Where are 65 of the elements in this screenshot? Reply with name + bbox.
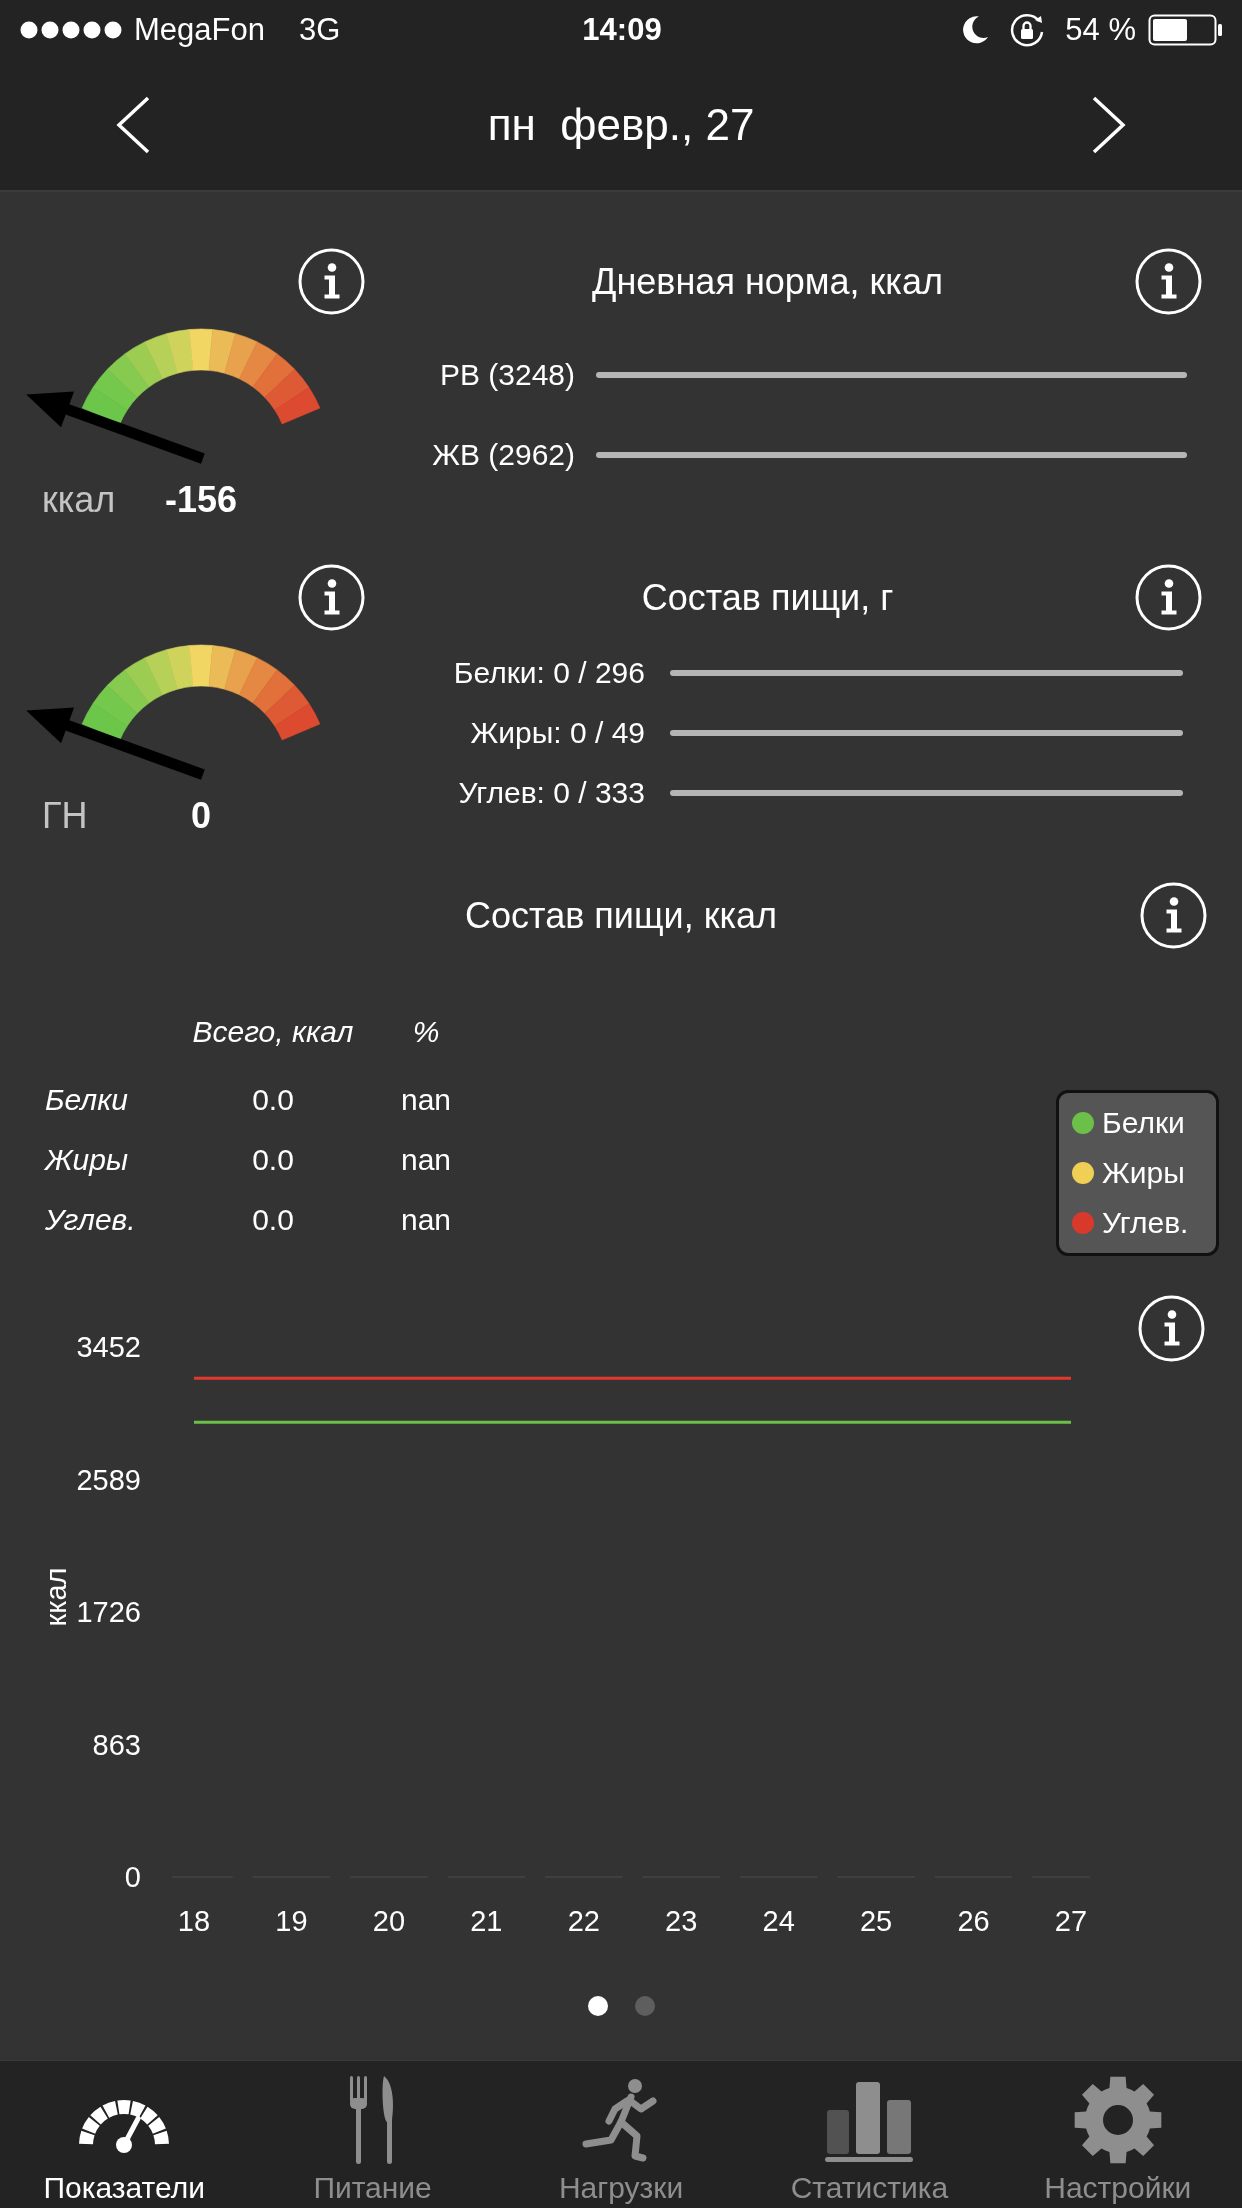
total-value: 0.0 (252, 1142, 294, 1178)
x-tick-label: 19 (275, 1905, 308, 1937)
tab-bar-item[interactable]: Показатели (0, 2061, 249, 2208)
y-tick-label: 2589 (76, 1463, 141, 1496)
x-tick-label: 26 (957, 1905, 990, 1937)
section-title: Дневная норма, ккал (592, 260, 943, 302)
rotation-lock-icon (1009, 12, 1046, 48)
battery-percentage: 54 % (1065, 12, 1136, 48)
x-tick-label: 22 (567, 1905, 600, 1937)
legend-label: Белки (1102, 1105, 1185, 1141)
x-tick-label: 23 (665, 1905, 698, 1937)
column-header: % (412, 1014, 440, 1050)
section-title: Состав пищи, г (641, 576, 894, 618)
percent-value: nan (400, 1082, 452, 1118)
x-tick-label: 20 (372, 1905, 405, 1937)
tab-bar-item[interactable]: Питание (248, 2061, 497, 2208)
info-icon[interactable] (1135, 248, 1202, 315)
battery-icon (1148, 14, 1224, 46)
signal-strength-icon (20, 21, 122, 39)
carrier-name: MegaFon (134, 12, 265, 48)
x-tick-label: 25 (860, 1905, 893, 1937)
total-value: 0.0 (252, 1202, 294, 1238)
info-icon[interactable] (1140, 882, 1207, 949)
row-label: Жиры (45, 1142, 128, 1178)
bar-label: ЖВ (2962) (432, 437, 575, 471)
settings-icon (1072, 2075, 1163, 2165)
gauge-value: 0 (191, 795, 211, 837)
total-value: 0.0 (252, 1082, 294, 1118)
section-title: Состав пищи, ккал (465, 894, 777, 936)
bar-label: РВ (3248) (439, 357, 575, 391)
moon-icon (961, 15, 990, 45)
network-type: 3G (298, 12, 341, 48)
y-axis-title: ккал (40, 1567, 72, 1627)
chevron-right-icon[interactable] (1091, 96, 1127, 154)
x-tick-label: 24 (762, 1905, 795, 1937)
row-label: Углев. (45, 1202, 136, 1238)
y-tick-label: 863 (92, 1728, 141, 1761)
clock-time: 14:09 (582, 12, 662, 48)
date-title: пн февр., 27 (487, 99, 755, 151)
chevron-left-icon[interactable] (115, 96, 151, 154)
info-icon[interactable] (1135, 564, 1202, 631)
tab-bar-item[interactable]: Нагрузки (496, 2061, 746, 2208)
info-icon[interactable] (298, 248, 365, 315)
y-tick-label: 1726 (76, 1596, 141, 1628)
gauge-unit-label: ГН (42, 795, 88, 837)
row-label: Белки (45, 1082, 128, 1118)
info-icon[interactable] (298, 564, 365, 631)
percent-value: nan (400, 1202, 452, 1238)
bar-label: Жиры: 0 / 49 (470, 715, 645, 749)
column-header: Всего, ккал (192, 1014, 354, 1050)
gauge-value: -156 (164, 479, 238, 521)
x-tick-label: 27 (1054, 1905, 1088, 1937)
percent-value: nan (400, 1142, 452, 1178)
bar-label: Углев: 0 / 333 (458, 775, 645, 809)
x-tick-label: 18 (177, 1905, 211, 1937)
legend-label: Жиры (1102, 1155, 1185, 1191)
y-tick-label: 0 (124, 1861, 141, 1893)
tab-bar-item[interactable]: Статистика (745, 2061, 994, 2208)
x-tick-label: 21 (470, 1905, 503, 1937)
legend-label: Углев. (1102, 1205, 1189, 1241)
gauge-unit-label: ккал (42, 479, 116, 521)
tab-bar-item[interactable]: Настройки (993, 2061, 1242, 2208)
bar-label: Белки: 0 / 296 (453, 655, 645, 689)
info-icon[interactable] (1138, 1295, 1205, 1362)
y-tick-label: 3452 (76, 1331, 141, 1363)
